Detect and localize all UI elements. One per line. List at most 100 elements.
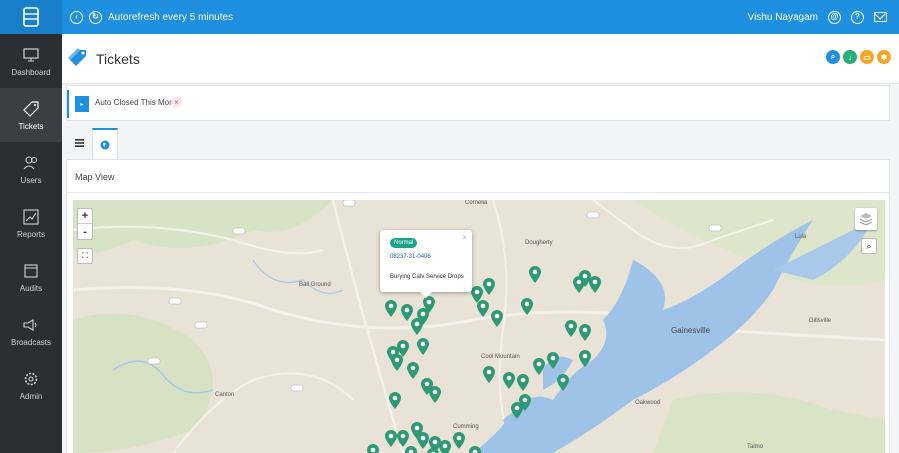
filter-label: Auto Closed This Month: [95, 98, 181, 107]
map-marker-icon[interactable]: [517, 374, 529, 391]
tab-map-view[interactable]: [92, 128, 118, 159]
map-canvas[interactable]: Dougherty Gainesville Cool Mountain Cant…: [73, 200, 885, 453]
map-marker-icon[interactable]: [411, 318, 423, 335]
map-place-label: Ball Ground: [299, 282, 331, 288]
print-button[interactable]: ▭: [860, 50, 874, 64]
map-marker-icon[interactable]: [565, 320, 577, 337]
map-view-title: Map View: [75, 172, 115, 182]
search-button[interactable]: ⌕: [826, 50, 840, 64]
map-marker-icon[interactable]: [427, 448, 439, 453]
tab-list-view[interactable]: [66, 128, 92, 158]
sidebar-item-dashboard[interactable]: Dashboard: [0, 34, 62, 88]
map-marker-icon[interactable]: [469, 446, 481, 453]
mail-icon[interactable]: [874, 12, 887, 22]
globe-icon: [100, 140, 110, 149]
sidebar-item-label: Audits: [19, 283, 43, 293]
layers-button[interactable]: [855, 208, 877, 230]
ticket-id-link[interactable]: 08237-31-0406: [390, 254, 431, 260]
map-marker-icon[interactable]: [547, 352, 559, 369]
map-marker-icon[interactable]: [391, 354, 403, 371]
zoom-out-button[interactable]: -: [78, 224, 92, 239]
map-marker-icon[interactable]: [453, 432, 465, 449]
search-icon: ⌕: [866, 240, 872, 251]
sidebar-item-tickets[interactable]: Tickets: [0, 88, 62, 142]
sidebar-item-label: Tickets: [18, 121, 44, 131]
users-icon: [22, 154, 40, 172]
popup-close-button[interactable]: ×: [462, 233, 467, 242]
support-icon[interactable]: @: [828, 10, 841, 24]
map-place-label: Lula: [795, 234, 807, 240]
map-panel: Map View Dougherty Gainesville Cool Moun…: [66, 160, 890, 453]
sidebar: Dashboard Tickets Users Reports Audits B…: [0, 34, 62, 453]
download-button[interactable]: ↓: [843, 50, 857, 64]
map-marker-icon[interactable]: [367, 444, 379, 453]
map-marker-icon[interactable]: [417, 338, 429, 355]
top-bar: ‹ ↻ Autorefresh every 5 minutes Vishu Na…: [0, 0, 899, 34]
refresh-icon[interactable]: ↻: [89, 10, 102, 24]
map-marker-icon[interactable]: [579, 350, 591, 367]
sidebar-item-admin[interactable]: Admin: [0, 358, 62, 412]
sidebar-item-label: Dashboard: [11, 67, 51, 77]
map-marker-icon[interactable]: [589, 276, 601, 293]
tag-icon: [22, 100, 40, 118]
map-marker-icon[interactable]: [429, 386, 441, 403]
map-marker-icon[interactable]: [405, 446, 417, 453]
layers-icon: [859, 213, 873, 226]
list-icon: [74, 139, 84, 147]
map-search-button[interactable]: ⌕: [861, 238, 877, 254]
map-marker-icon[interactable]: [511, 402, 523, 419]
map-marker-icon[interactable]: [503, 372, 515, 389]
map-marker-icon[interactable]: [417, 432, 429, 449]
map-marker-icon[interactable]: [557, 374, 569, 391]
map-marker-icon[interactable]: [439, 440, 451, 453]
filter-toggle-button[interactable]: ▸: [75, 96, 89, 112]
map-marker-icon[interactable]: [397, 430, 409, 447]
map-marker-icon[interactable]: [385, 430, 397, 447]
back-icon[interactable]: ‹: [70, 10, 83, 24]
sidebar-item-audits[interactable]: Audits: [0, 250, 62, 304]
map-marker-icon[interactable]: [483, 366, 495, 383]
map-marker-icon[interactable]: [491, 310, 503, 327]
ticket-tag-icon: [66, 46, 90, 75]
sidebar-item-label: Users: [20, 175, 42, 185]
sidebar-item-reports[interactable]: Reports: [0, 196, 62, 250]
map-marker-icon[interactable]: [389, 392, 401, 409]
help-icon[interactable]: ?: [851, 10, 864, 24]
map-place-label: Talmo: [747, 444, 764, 450]
settings-button[interactable]: ✱: [877, 50, 891, 64]
zoom-in-button[interactable]: +: [78, 209, 92, 224]
map-place-label: Cool Mountain: [481, 354, 520, 360]
user-name[interactable]: Vishu Nayagam: [748, 12, 818, 23]
map-place-label: Dougherty: [525, 240, 553, 246]
ticket-popup: Normal × 08237-31-0406 Burying Catv Serv…: [380, 230, 472, 298]
map-place-label: Cumming: [453, 424, 479, 430]
sidebar-item-users[interactable]: Users: [0, 142, 62, 196]
map-marker-icon[interactable]: [521, 298, 533, 315]
map-place-label: Cornelia: [465, 200, 488, 206]
sidebar-item-broadcasts[interactable]: Broadcasts: [0, 304, 62, 358]
sidebar-item-label: Reports: [16, 229, 45, 239]
map-marker-icon[interactable]: [423, 296, 435, 313]
fullscreen-button[interactable]: ⛶: [77, 248, 93, 264]
page-title: Tickets: [96, 51, 140, 67]
map-marker-icon[interactable]: [529, 266, 541, 283]
map-place-label: Oakwood: [635, 400, 661, 406]
map-marker-icon[interactable]: [533, 358, 545, 375]
monitor-icon: [22, 46, 40, 64]
logo-icon: [23, 7, 39, 27]
autorefresh-label: Autorefresh every 5 minutes: [108, 11, 234, 23]
remove-filter-button[interactable]: ×: [171, 97, 182, 108]
megaphone-icon: [22, 316, 40, 334]
map-marker-icon[interactable]: [483, 278, 495, 295]
map-marker-icon[interactable]: [477, 300, 489, 317]
map-place-label: Gainesville: [671, 326, 711, 335]
map-marker-icon[interactable]: [385, 300, 397, 317]
app-logo[interactable]: [0, 0, 62, 34]
map-terrain: [73, 200, 885, 453]
ticket-description: Burying Catv Service Drops: [390, 274, 464, 280]
status-badge: Normal: [390, 238, 418, 248]
map-place-label: Gillsville: [809, 318, 832, 324]
gear-icon: [22, 370, 40, 388]
map-marker-icon[interactable]: [579, 324, 591, 341]
map-marker-icon[interactable]: [407, 362, 419, 379]
